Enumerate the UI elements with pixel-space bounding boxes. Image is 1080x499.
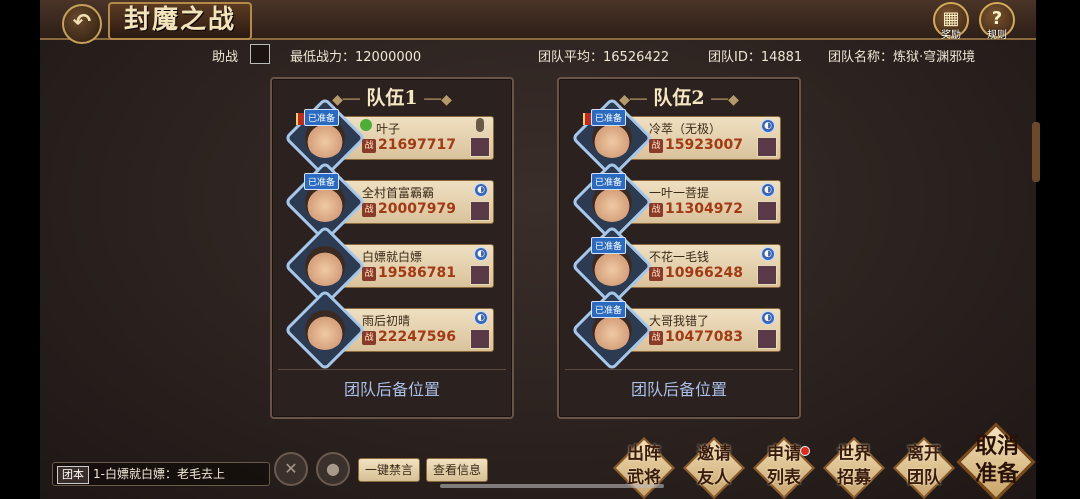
member-slot[interactable]: 白嫖就白嫖 战 19586781 ◐ [283,224,494,308]
ready-badge: 已准备 [591,173,627,190]
cancel-ready-button[interactable]: 取消 准备 [956,422,1036,499]
assist-label: 助战 [212,50,239,65]
assist-checkbox[interactable] [250,44,270,64]
microphone-icon[interactable] [476,118,484,132]
voice-icon[interactable]: ◐ [761,119,775,133]
member-name: 大哥我错了 [649,314,710,328]
invite-friends-button[interactable]: 邀请 友人 [682,436,746,499]
power-label: 战 [649,267,663,281]
team-info-row: 助战 最低战力：12000000 团队平均：16526422 团队ID：1488… [40,42,1036,68]
pet-icon [757,329,777,349]
member-slot[interactable]: 已准备 不花一毛钱 战 10966248 ◐ [570,224,781,308]
member-name: 叶子 [376,122,401,136]
bottom-bar: 团本 1-白嫖就白嫖：老毛去上 ✕ ● 一键禁言 查看信息 出阵 武将 邀请 友人… [40,422,1036,499]
notification-dot [800,446,810,456]
game-screen: ↶ 封魔之战 ▦ 奖励 ? 规则 助战 最低战力：12000000 团队平均：1… [40,0,1040,499]
team-name: 团队名称：炼狱·穹渊邪境 [828,50,976,65]
apply-list-button[interactable]: 申请 列表 [752,436,816,499]
power-label: 战 [362,203,376,217]
member-power: 20007979 [378,201,456,217]
voice-icon[interactable]: ◐ [761,311,775,325]
team-panel-1: ◆── 队伍1 ──◆ 已准备 叶子 战 21697717 已准备 全村首富霸霸… [270,77,514,419]
member-name: 一叶一菩提 [649,186,710,200]
reward-label[interactable]: 奖励 [931,26,971,41]
voice-icon[interactable]: ◐ [761,247,775,261]
ready-badge: 已准备 [591,109,627,126]
member-name: 全村首富霸霸 [362,186,435,200]
member-power: 10477083 [665,329,743,345]
reserve-slot[interactable]: 团队后备位置 [278,369,506,409]
member-power: 19586781 [378,265,456,281]
pet-icon [757,265,777,285]
member-slot[interactable]: 雨后初晴 战 22247596 ◐ [283,288,494,372]
member-slot[interactable]: 已准备 一叶一菩提 战 11304972 ◐ [570,160,781,244]
title-bar: ↶ 封魔之战 ▦ 奖励 ? 规则 [40,0,1036,44]
ready-badge: 已准备 [304,173,340,190]
member-name: 冷萃（无极） [649,122,722,136]
leader-icon [360,119,372,131]
chat-message: 1-白嫖就白嫖：老毛去上 [93,467,225,481]
ready-badge: 已准备 [304,109,340,126]
member-slot[interactable]: 已准备 大哥我错了 战 10477083 ◐ [570,288,781,372]
member-slot[interactable]: 已准备 冷萃（无极） 战 15923007 ◐ [570,96,781,180]
power-label: 战 [362,331,376,345]
power-label: 战 [649,331,663,345]
member-power: 22247596 [378,329,456,345]
power-label: 战 [362,267,376,281]
microphone-mute-icon[interactable]: ● [316,452,350,486]
member-slot[interactable]: 已准备 全村首富霸霸 战 20007979 ◐ [283,160,494,244]
member-slot[interactable]: 已准备 叶子 战 21697717 [283,96,494,180]
power-label: 战 [649,203,663,217]
back-arrow-icon[interactable]: ↶ [62,4,102,44]
team-title: ◆── 队伍2 ──◆ [619,87,739,109]
team-panel-2: ◆── 队伍2 ──◆ 已准备 冷萃（无极） 战 15923007 ◐ 已准备 … [557,77,801,419]
rules-label[interactable]: 规则 [977,26,1017,41]
member-power: 10966248 [665,265,743,281]
pet-icon [470,329,490,349]
team-id: 团队ID：14881 [708,50,803,65]
ready-badge: 已准备 [591,301,627,318]
chat-line[interactable]: 团本 1-白嫖就白嫖：老毛去上 [52,462,270,486]
team-title: ◆── 队伍1 ──◆ [332,87,452,109]
view-info-button[interactable]: 查看信息 [426,458,489,482]
member-power: 11304972 [665,201,743,217]
pet-icon [470,201,490,221]
member-power: 21697717 [378,137,456,153]
world-recruit-button[interactable]: 世界 招募 [822,436,886,499]
member-name: 不花一毛钱 [649,250,710,264]
pet-icon [470,137,490,157]
power-label: 战 [362,139,376,153]
speaker-mute-icon[interactable]: ✕ [274,452,308,486]
voice-icon[interactable]: ◐ [474,311,488,325]
avatar[interactable] [283,288,367,372]
pet-icon [757,137,777,157]
reserve-slot[interactable]: 团队后备位置 [565,369,793,409]
voice-icon[interactable]: ◐ [474,183,488,197]
ready-badge: 已准备 [591,237,627,254]
pet-icon [470,265,490,285]
power-label: 战 [649,139,663,153]
member-name: 雨后初晴 [362,314,411,328]
team-average: 团队平均：16526422 [538,50,670,65]
voice-icon[interactable]: ◐ [474,247,488,261]
member-power: 15923007 [665,137,743,153]
side-scroll-tab[interactable] [1032,122,1040,182]
leave-team-button[interactable]: 离开 团队 [892,436,956,499]
home-indicator [440,484,664,488]
page-title: 封魔之战 [108,2,253,40]
deploy-generals-button[interactable]: 出阵 武将 [612,436,676,499]
min-power: 最低战力：12000000 [290,50,422,65]
member-name: 白嫖就白嫖 [362,250,423,264]
chat-channel-tag: 团本 [57,466,89,484]
pet-icon [757,201,777,221]
mute-all-button[interactable]: 一键禁言 [358,458,421,482]
voice-icon[interactable]: ◐ [761,183,775,197]
